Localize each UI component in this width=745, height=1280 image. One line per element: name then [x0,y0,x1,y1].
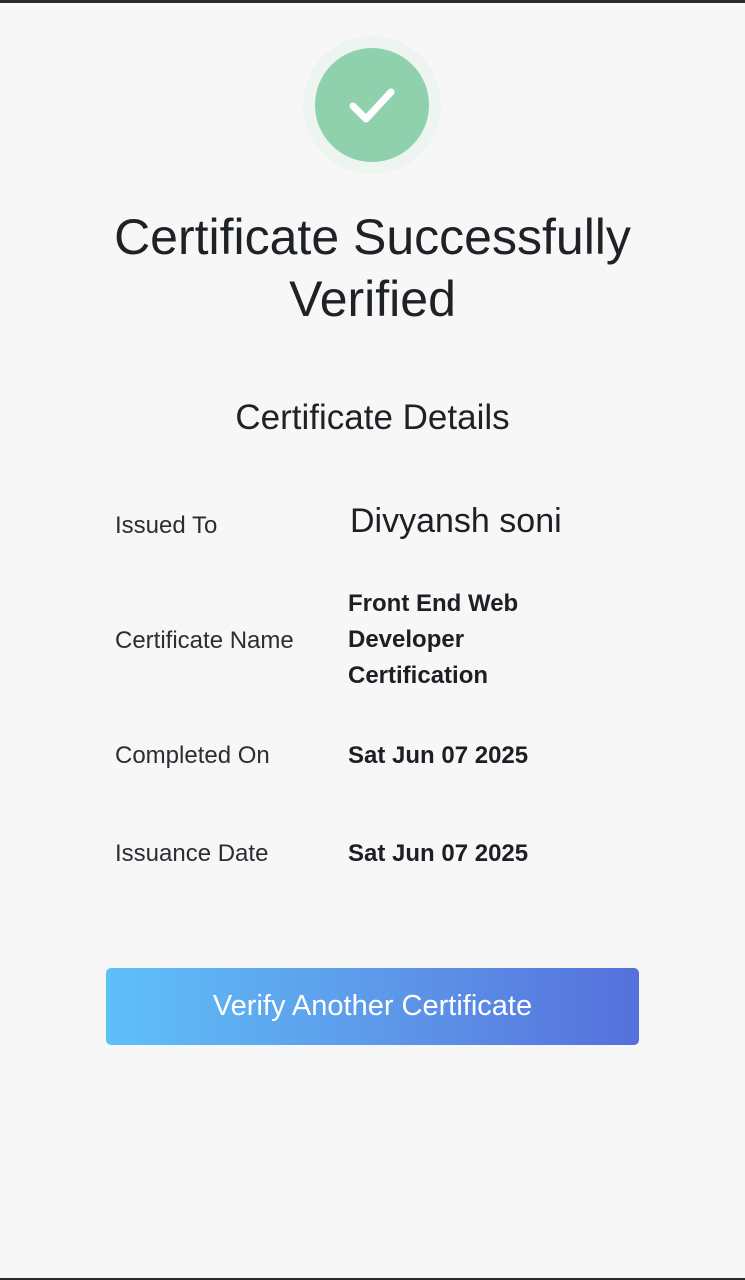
value-completed-on: Sat Jun 07 2025 [348,742,529,769]
checkmark-icon [349,88,395,123]
page-title: Certificate Successfully Verified [114,209,631,327]
value-certificate-name: Front End Web Developer Certification [348,590,519,689]
verify-another-certificate-button[interactable]: Verify Another Certificate [106,968,639,1045]
value-issuance-date: Sat Jun 07 2025 [348,840,529,867]
section-title: Certificate Details [235,398,510,437]
label-issued-to: Issued To [115,512,218,539]
label-completed-on: Completed On [115,742,270,769]
top-border [0,0,745,3]
success-circle [315,48,429,162]
value-issued-to: Divyansh soni [350,502,562,540]
label-certificate-name: Certificate Name [115,627,294,654]
success-badge [303,36,441,174]
label-issuance-date: Issuance Date [115,840,269,867]
